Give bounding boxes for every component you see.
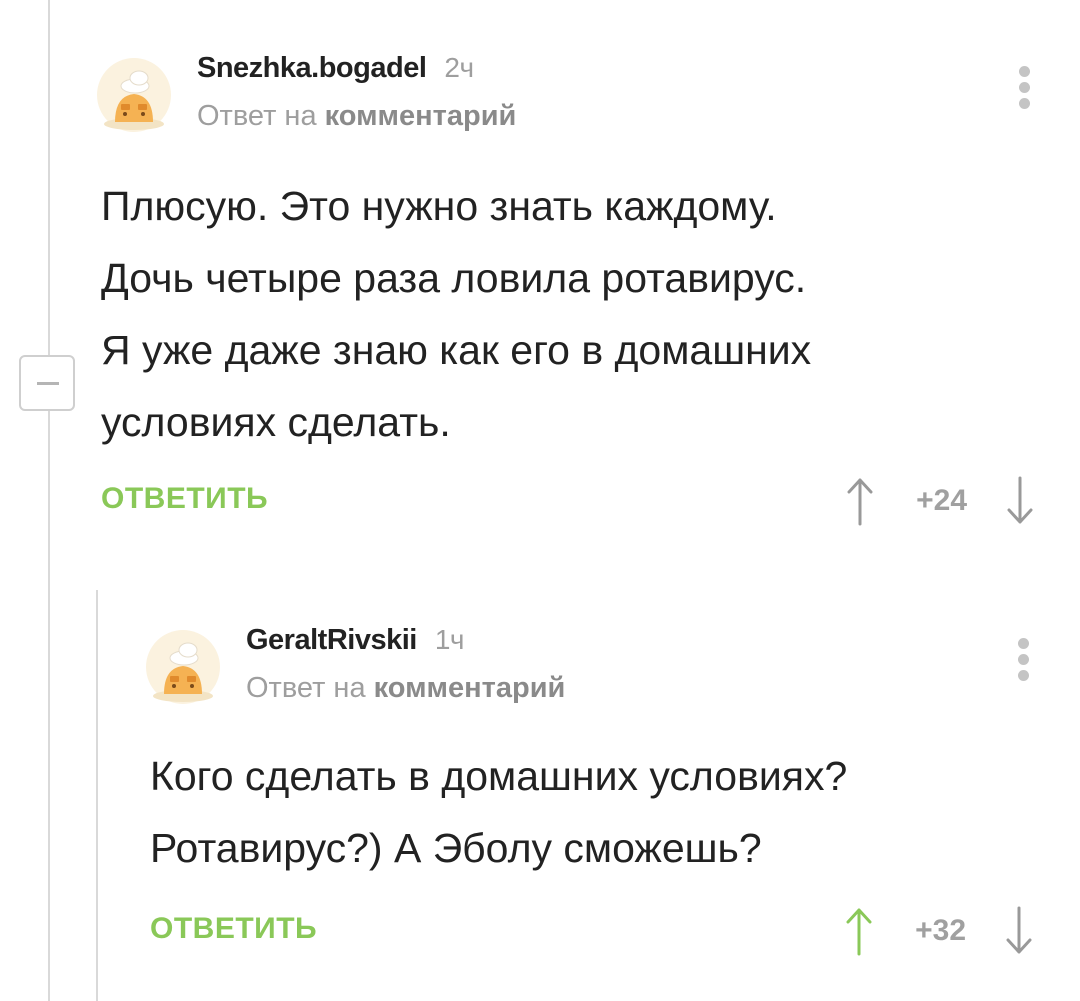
minus-icon	[37, 382, 59, 385]
comment-time: 1ч	[434, 624, 465, 655]
reply-to-link[interactable]: комментарий	[325, 100, 517, 132]
reply-to-label: Ответ на комментарий	[246, 672, 566, 704]
thread-line	[48, 0, 50, 1001]
more-options-icon[interactable]	[1017, 66, 1031, 112]
reply-thread-line	[96, 590, 98, 1001]
author-name[interactable]: GeraltRivskii 1ч	[246, 624, 465, 657]
comment-text-line: условиях сделать.	[101, 399, 451, 445]
more-options-icon[interactable]	[1016, 638, 1030, 684]
avatar[interactable]	[97, 58, 171, 132]
vote-up-icon[interactable]	[844, 906, 874, 956]
comment-actions: ОТВЕТИТЬ +32	[150, 906, 1046, 956]
comment-text: Плюсую. Это нужно знать каждому. Дочь че…	[101, 170, 811, 458]
comment-text-line: Плюсую. Это нужно знать каждому.	[101, 183, 777, 229]
reply-to-label: Ответ на комментарий	[197, 100, 517, 132]
vote-down-icon[interactable]	[1004, 906, 1034, 956]
avatar[interactable]	[146, 630, 220, 704]
collapse-thread-button[interactable]	[19, 355, 75, 411]
reply-to-link[interactable]: комментарий	[374, 672, 566, 704]
comment-text: Кого сделать в домашних условиях? Ротави…	[150, 740, 847, 884]
rating-value: +32	[915, 914, 966, 947]
vote-up-icon[interactable]	[845, 476, 875, 526]
comment-text-line: Я уже даже знаю как его в домашних	[101, 327, 812, 373]
author-name[interactable]: Snezhka.bogadel 2ч	[197, 52, 474, 85]
reply-button[interactable]: ОТВЕТИТЬ	[150, 912, 317, 946]
comment-text-line: Ротавирус?) А Эболу сможешь?	[150, 825, 762, 871]
comment-text-line: Кого сделать в домашних условиях?	[150, 753, 848, 799]
vote-down-icon[interactable]	[1005, 476, 1035, 526]
rating-value: +24	[916, 484, 967, 517]
comment-text-line: Дочь четыре раза ловила ротавирус.	[101, 255, 807, 301]
comment-actions: ОТВЕТИТЬ +24	[101, 476, 1047, 526]
comment-time: 2ч	[444, 52, 474, 83]
reply-button[interactable]: ОТВЕТИТЬ	[101, 482, 268, 516]
